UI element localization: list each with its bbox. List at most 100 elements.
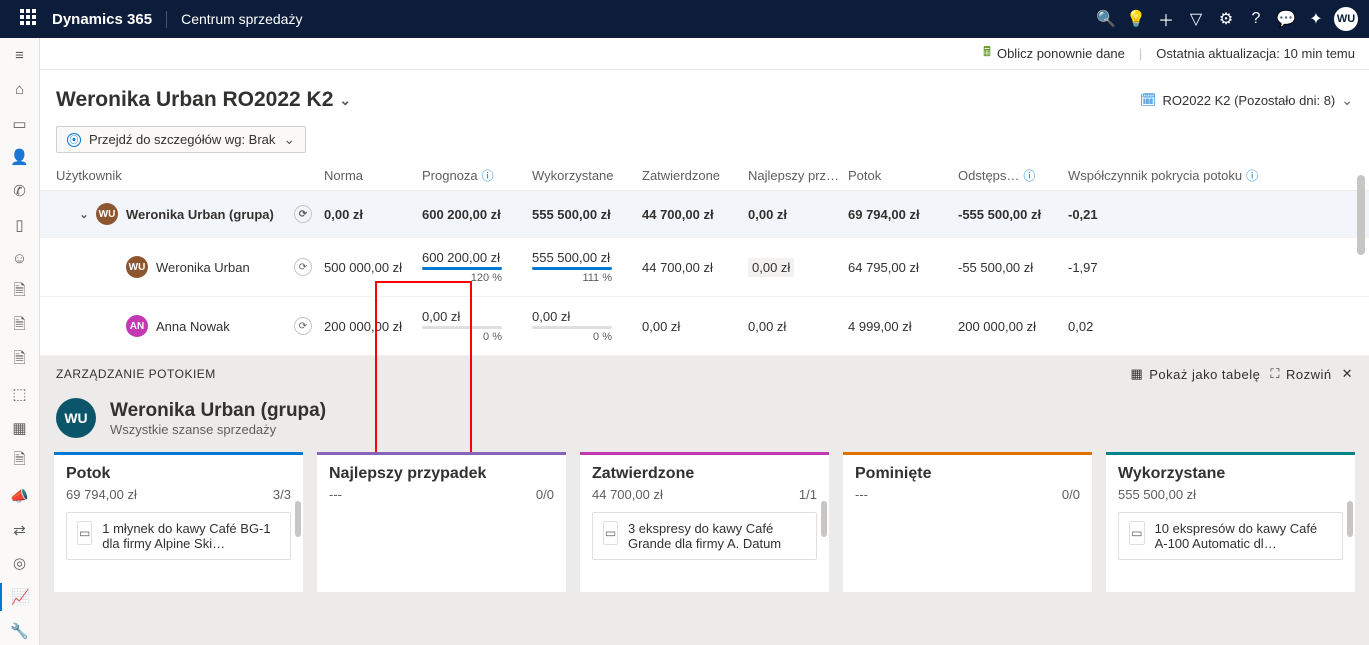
- column-scrollbar[interactable]: [821, 501, 827, 537]
- add-icon[interactable]: ＋: [1151, 0, 1181, 38]
- kanban-amount: ---: [855, 487, 868, 502]
- settings-icon[interactable]: ⚙: [1211, 0, 1241, 38]
- filter-icon[interactable]: ▽: [1181, 0, 1211, 38]
- col-wykorzystane[interactable]: Wykorzystane: [532, 168, 642, 183]
- nav-doc4-icon[interactable]: 🗎: [0, 448, 40, 476]
- close-icon: ✕: [1342, 366, 1353, 382]
- cell-najlepszy: 0,00 zł: [748, 207, 848, 222]
- kanban-card[interactable]: ▭3 ekspresy do kawy Café Grande dla firm…: [592, 512, 817, 560]
- nav-box-icon[interactable]: ⬚: [0, 380, 40, 408]
- nav-home-icon[interactable]: ⌂: [0, 76, 40, 104]
- col-user[interactable]: Użytkownik: [56, 168, 324, 183]
- column-scrollbar[interactable]: [1347, 501, 1353, 537]
- col-najlepszy[interactable]: Najlepszy prz…: [748, 168, 848, 183]
- adjust-icon[interactable]: ⟳: [294, 258, 312, 276]
- cell-odsteps: -555 500,00 zł: [958, 207, 1068, 222]
- info-icon[interactable]: ⓘ: [1023, 169, 1035, 183]
- expand-row-icon[interactable]: ⌄: [76, 208, 92, 221]
- nav-contact-icon[interactable]: ☺: [0, 245, 40, 273]
- cell-odsteps: -55 500,00 zł: [958, 260, 1068, 275]
- drill-down-button[interactable]: ⦿ Przejdź do szczegółów wg: Brak ⌄: [56, 126, 306, 153]
- lightbulb-icon[interactable]: 💡: [1121, 0, 1151, 38]
- period-selector[interactable]: 🗓 RO2022 K2 (Pozostało dni: 8) ⌄: [1140, 92, 1353, 109]
- search-icon[interactable]: 🔍: [1091, 0, 1121, 38]
- card-icon: ▭: [77, 521, 92, 545]
- kanban-column-potok: Potok69 794,00 zł3/3▭1 młynek do kawy Ca…: [54, 452, 303, 592]
- grid-scrollbar[interactable]: [1357, 165, 1365, 295]
- kanban-column-wyk: Wykorzystane 555 500,00 zł ▭10 ekspresów d…: [1106, 452, 1355, 592]
- recalc-button[interactable]: 🖩Oblicz ponownie dane: [983, 43, 1125, 65]
- expand-button[interactable]: ⛶Rozwiń: [1270, 366, 1331, 382]
- nav-item-icon[interactable]: ▭: [0, 110, 40, 138]
- kanban-amount: 44 700,00 zł: [592, 487, 663, 502]
- brand-label: Dynamics 365: [52, 11, 167, 28]
- kanban-card[interactable]: ▭1 młynek do kawy Café BG-1 dla firmy Al…: [66, 512, 291, 560]
- pipeline-panel: ZARZĄDZANIE POTOKIEM ▦Pokaż jako tabelę …: [40, 356, 1369, 645]
- close-panel-button[interactable]: ✕: [1342, 366, 1353, 382]
- user-name: Anna Nowak: [156, 319, 230, 334]
- table-row[interactable]: ⌄WUWeronika Urban (grupa)⟳0,00 zł600 200…: [40, 191, 1369, 238]
- nav-relations-icon[interactable]: ⇄: [0, 516, 40, 544]
- col-prognoza[interactable]: Prognozaⓘ: [422, 167, 532, 184]
- nav-book-icon[interactable]: ▯: [0, 211, 40, 239]
- col-wpp[interactable]: Współczynnik pokrycia potokuⓘ: [1068, 167, 1353, 184]
- last-update-label: Ostatnia aktualizacja: 10 min temu: [1156, 46, 1355, 61]
- user-name: Weronika Urban (grupa): [126, 207, 274, 222]
- cell-odsteps: 200 000,00 zł: [958, 319, 1068, 334]
- cell-wpp: 0,02: [1068, 319, 1353, 334]
- nav-chart-icon[interactable]: 📈: [0, 583, 40, 611]
- nav-megaphone-icon[interactable]: 📣: [0, 482, 40, 510]
- table-row[interactable]: WUWeronika Urban⟳500 000,00 zł600 200,00…: [40, 238, 1369, 297]
- info-icon[interactable]: ⓘ: [482, 169, 494, 183]
- user-name: Weronika Urban: [156, 260, 250, 275]
- table-row[interactable]: ANAnna Nowak⟳200 000,00 zł0,00 zł0 %0,00…: [40, 297, 1369, 356]
- col-zatwierdzone[interactable]: Zatwierdzone: [642, 168, 748, 183]
- column-scrollbar[interactable]: [295, 501, 301, 537]
- kanban-column-pom: Pominięte---0/0: [843, 452, 1092, 592]
- app-launcher-icon[interactable]: [20, 9, 40, 29]
- nav-wrench-icon[interactable]: 🔧: [0, 617, 40, 645]
- col-odsteps[interactable]: Odstęps…ⓘ: [958, 167, 1068, 184]
- nav-hamburger-icon[interactable]: ≡: [0, 42, 40, 70]
- title-bar: Weronika Urban RO2022 K2⌄ 🗓 RO2022 K2 (P…: [40, 70, 1369, 122]
- kanban-title: Najlepszy przypadek: [329, 465, 554, 483]
- nav-doc1-icon[interactable]: 🗎: [0, 279, 40, 307]
- nav-doc2-icon[interactable]: 🗎: [0, 313, 40, 341]
- nav-doc3-icon[interactable]: 🗎: [0, 346, 40, 374]
- top-bar: Dynamics 365 Centrum sprzedaży 🔍 💡 ＋ ▽ ⚙…: [0, 0, 1369, 38]
- col-norma[interactable]: Norma: [324, 168, 422, 183]
- card-text: 3 ekspresy do kawy Café Grande dla firmy…: [628, 521, 806, 551]
- cell-norma: 200 000,00 zł: [324, 319, 422, 334]
- cell-zatwierdzone: 0,00 zł: [642, 319, 748, 334]
- nav-target-icon[interactable]: ◎: [0, 549, 40, 577]
- info-icon[interactable]: ⓘ: [1246, 169, 1258, 183]
- kanban-count: 0/0: [1062, 487, 1080, 502]
- calendar-icon: 🗓: [1140, 92, 1157, 108]
- col-potok[interactable]: Potok: [848, 168, 958, 183]
- cell-wpp: -0,21: [1068, 207, 1353, 222]
- group-subtitle: Wszystkie szanse sprzedaży: [110, 422, 326, 437]
- nav-people-icon[interactable]: 👤: [0, 143, 40, 171]
- chevron-down-icon: ⌄: [1341, 92, 1353, 109]
- kanban-title: Potok: [66, 465, 291, 483]
- card-icon: ▭: [1129, 521, 1145, 545]
- adjust-icon[interactable]: ⟳: [294, 205, 312, 223]
- nav-table-icon[interactable]: ▦: [0, 414, 40, 442]
- chat-icon[interactable]: 💬: [1271, 0, 1301, 38]
- kanban-count: 3/3: [273, 487, 291, 502]
- cell-prognoza: 0,00 zł0 %: [422, 309, 532, 343]
- nav-phone-icon[interactable]: ✆: [0, 177, 40, 205]
- assistant-icon[interactable]: ✦: [1301, 0, 1331, 38]
- kanban-count: 0/0: [536, 487, 554, 502]
- grid-header: Użytkownik Norma Prognozaⓘ Wykorzystane …: [40, 161, 1369, 191]
- show-as-table-button[interactable]: ▦Pokaż jako tabelę: [1130, 366, 1260, 382]
- adjust-icon[interactable]: ⟳: [294, 317, 312, 335]
- help-icon[interactable]: ?: [1241, 0, 1271, 38]
- page-title[interactable]: Weronika Urban RO2022 K2⌄: [56, 88, 351, 112]
- kanban-title: Wykorzystane: [1118, 465, 1343, 483]
- kanban-card[interactable]: ▭10 ekspresów do kawy Café A-100 Automat…: [1118, 512, 1343, 560]
- user-avatar[interactable]: WU: [1331, 0, 1361, 38]
- cell-potok: 64 795,00 zł: [848, 260, 958, 275]
- cell-wpp: -1,97: [1068, 260, 1353, 275]
- kanban-amount: 555 500,00 zł: [1118, 487, 1196, 502]
